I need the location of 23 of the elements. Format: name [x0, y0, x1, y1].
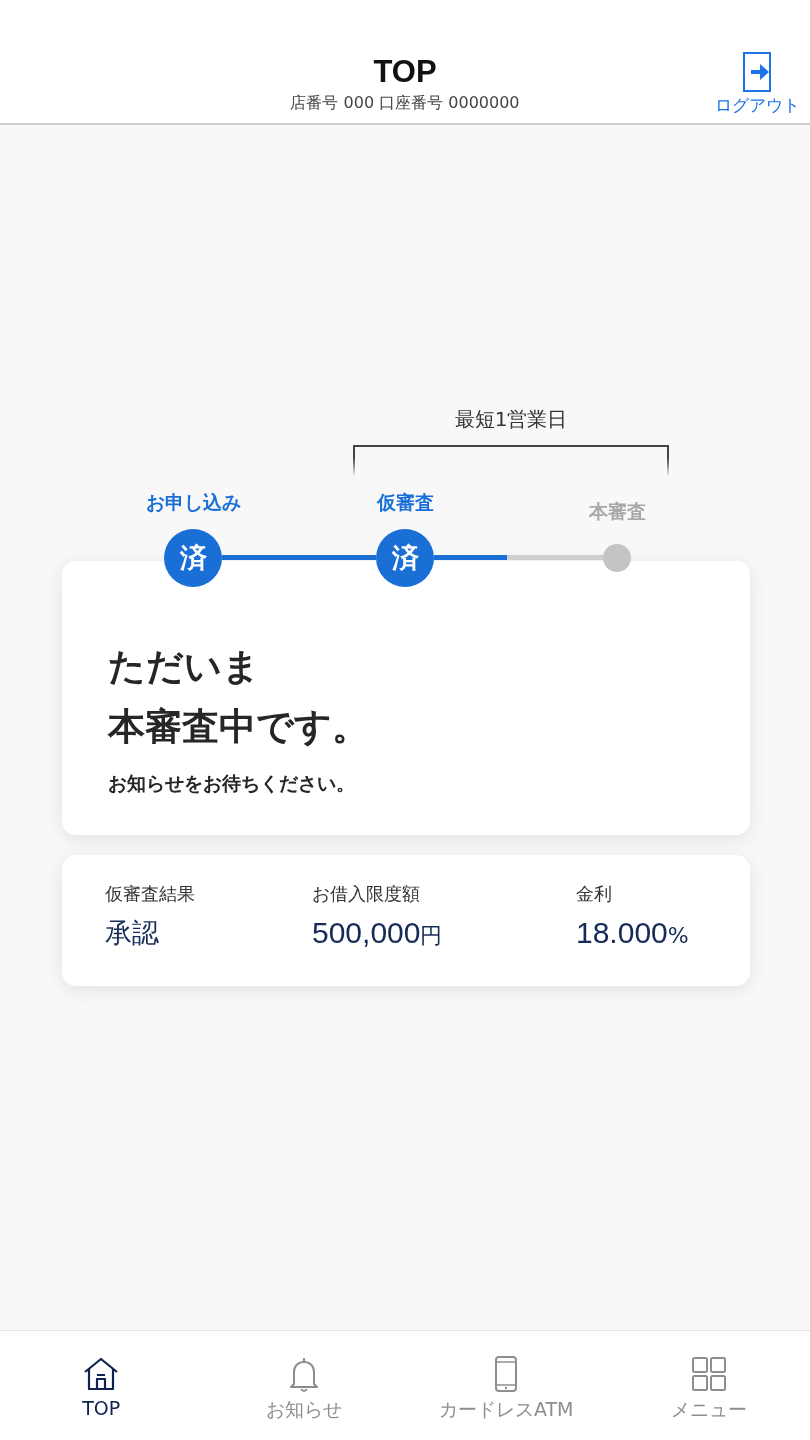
account-number-text: 店番号 000 口座番号 0000000: [290, 92, 520, 114]
step-done-badge: 済: [164, 529, 222, 587]
summary-value: 500,000円: [312, 915, 444, 951]
step-label: お申し込み: [145, 490, 241, 515]
summary-label: 金利: [576, 882, 613, 906]
logout-button[interactable]: ログアウト: [715, 52, 800, 117]
page-title: TOP: [373, 53, 437, 91]
summary-value: 18.000%: [576, 915, 689, 951]
step-label: 仮審査: [376, 490, 434, 515]
tab-bar-item[interactable]: カードレスATM: [405, 1331, 608, 1440]
summary-label: 仮審査結果: [105, 882, 196, 906]
tab-bar-item[interactable]: メニュー: [607, 1331, 810, 1440]
step-done-badge: 済: [376, 529, 434, 587]
logout-icon: [742, 52, 773, 92]
summary-label: お借入限度額: [312, 882, 421, 906]
duration-label: 最短1営業日: [454, 406, 568, 433]
summary-value: 承認: [105, 916, 160, 950]
status-heading: ただいま 本審査中です。: [108, 644, 370, 750]
step-label: 本審査: [588, 499, 646, 524]
status-message: お知らせをお待ちください。: [108, 771, 356, 796]
grid-icon: [689, 1355, 728, 1393]
tab-bar-item[interactable]: お知らせ: [202, 1331, 405, 1440]
tab-bar-item[interactable]: TOP: [0, 1331, 203, 1440]
